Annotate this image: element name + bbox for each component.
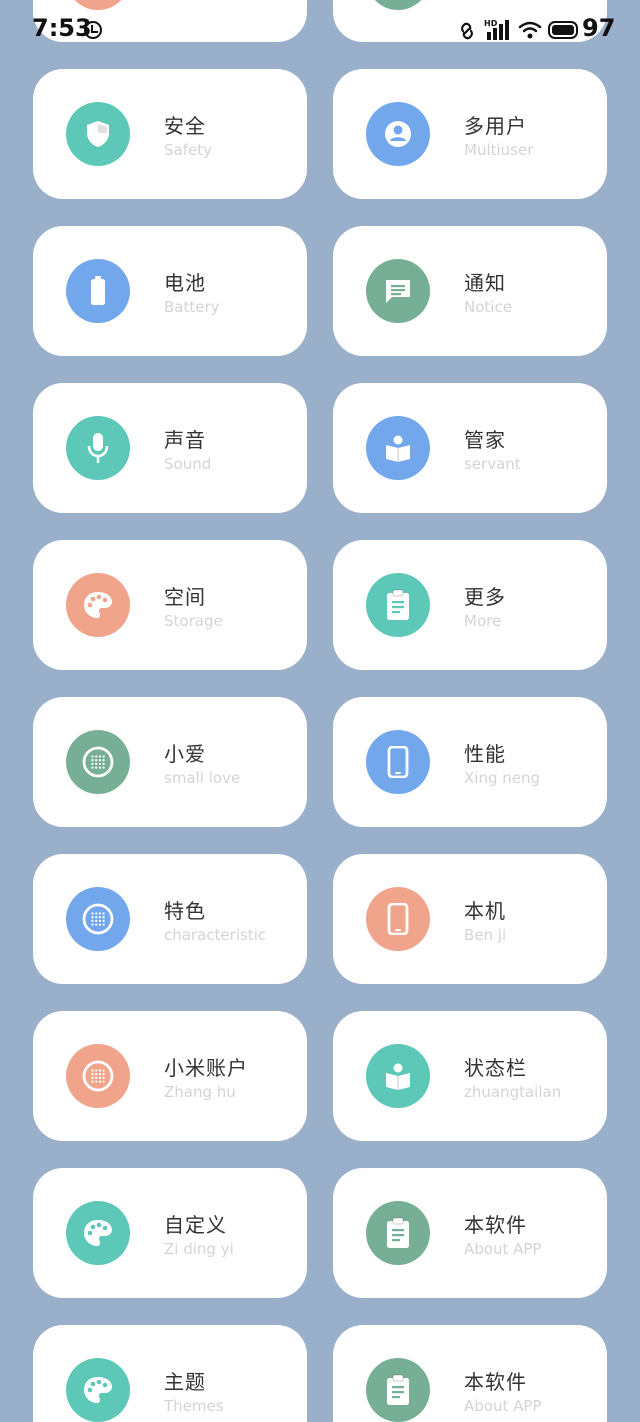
settings-tile[interactable]: 本软件 About APP [333, 1325, 607, 1422]
message-icon [366, 259, 430, 323]
palette-icon [66, 573, 130, 637]
link-icon [461, 22, 473, 40]
tile-subtitle: Battery [164, 298, 220, 316]
tile-title: 管家 [464, 428, 506, 452]
tile-subtitle: Notice [464, 298, 512, 316]
tile-title: 本软件 [464, 1213, 527, 1237]
tile-title: 多用户 [464, 114, 527, 138]
wifi-icon [518, 21, 542, 39]
tile-title: 主题 [164, 1370, 206, 1394]
tile-title: 状态栏 [464, 1056, 527, 1080]
phone-icon [366, 730, 430, 794]
settings-tile[interactable]: 状态栏 zhuangtailan [333, 1011, 607, 1141]
tile-title: 电池 [164, 271, 206, 295]
alarm-clock-icon [84, 21, 102, 39]
settings-tile[interactable]: 管家 servant [333, 383, 607, 513]
tile-subtitle: Multiuser [464, 141, 534, 159]
settings-tile[interactable]: 声音 Sound [33, 383, 307, 513]
settings-tile[interactable]: 自定义 Zi ding yi [33, 1168, 307, 1298]
tile-subtitle: small love [164, 769, 241, 787]
settings-tile[interactable]: 安全 Safety [33, 69, 307, 199]
settings-tile[interactable]: 小爱 small love [33, 697, 307, 827]
status-bar: 7:53 HD 97 [0, 0, 640, 60]
tile-subtitle: characteristic [164, 926, 267, 944]
tile-subtitle: Sound [164, 455, 212, 473]
dots-grid-icon [66, 1044, 130, 1108]
microphone-icon [66, 416, 130, 480]
tile-subtitle: servant [464, 455, 521, 473]
tile-title: 空间 [164, 585, 206, 609]
clipboard-icon [366, 1201, 430, 1265]
settings-tile[interactable]: 特色 characteristic [33, 854, 307, 984]
tile-subtitle: Themes [164, 1397, 224, 1415]
settings-tile[interactable]: 小米账户 Zhang hu [33, 1011, 307, 1141]
tile-subtitle: Safety [164, 141, 212, 159]
palette-icon [66, 1358, 130, 1422]
status-time: 7:53 [32, 14, 92, 42]
tile-subtitle: Xing neng [464, 769, 541, 787]
clipboard-icon [366, 1358, 430, 1422]
phone-icon [366, 887, 430, 951]
tile-title: 小爱 [164, 742, 206, 766]
tile-subtitle: zhuangtailan [464, 1083, 562, 1101]
tile-title: 小米账户 [164, 1056, 248, 1080]
tile-title: 自定义 [164, 1213, 227, 1237]
dots-grid-icon [66, 730, 130, 794]
settings-tile[interactable]: 性能 Xing neng [333, 697, 607, 827]
settings-tile[interactable]: 通知 Notice [333, 226, 607, 356]
signal-icon: HD [484, 18, 512, 46]
user-icon [366, 102, 430, 166]
shield-icon [66, 102, 130, 166]
tile-subtitle: More [464, 612, 502, 630]
tile-title: 安全 [164, 114, 206, 138]
battery-status-icon [548, 21, 578, 39]
settings-tile[interactable]: 本软件 About APP [333, 1168, 607, 1298]
tile-subtitle: Zi ding yi [164, 1240, 234, 1258]
hd-label: HD [484, 19, 498, 28]
tile-title: 本机 [464, 899, 506, 923]
tile-subtitle: Storage [164, 612, 223, 630]
tile-title: 特色 [164, 899, 206, 923]
book-icon [366, 1044, 430, 1108]
battery-percent: 97 [582, 14, 616, 42]
tile-title: 声音 [164, 428, 206, 452]
tile-subtitle: Ben ji [464, 926, 507, 944]
tile-subtitle: About APP [464, 1240, 542, 1258]
book-icon [366, 416, 430, 480]
dots-grid-icon [66, 887, 130, 951]
battery-icon [66, 259, 130, 323]
settings-tile[interactable]: 本机 Ben ji [333, 854, 607, 984]
tile-subtitle: Zhang hu [164, 1083, 236, 1101]
tile-title: 更多 [464, 585, 506, 609]
clipboard-icon [366, 573, 430, 637]
settings-tile[interactable]: 电池 Battery [33, 226, 307, 356]
tile-title: 本软件 [464, 1370, 527, 1394]
settings-tile[interactable]: 更多 More [333, 540, 607, 670]
tile-subtitle: About APP [464, 1397, 542, 1415]
settings-tile[interactable]: 主题 Themes [33, 1325, 307, 1422]
palette-icon [66, 1201, 130, 1265]
tile-title: 性能 [464, 742, 506, 766]
settings-tile[interactable]: 空间 Storage [33, 540, 307, 670]
tile-title: 通知 [464, 271, 506, 295]
settings-tile[interactable]: 多用户 Multiuser [333, 69, 607, 199]
